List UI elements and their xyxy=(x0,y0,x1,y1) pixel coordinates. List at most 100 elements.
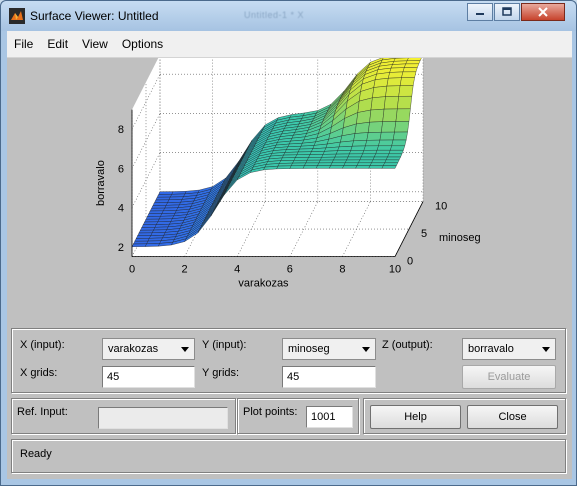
surface-patch xyxy=(369,162,385,166)
y-input-label: Y (input): xyxy=(202,339,247,351)
surface-patch xyxy=(322,150,338,155)
status-panel: Ready xyxy=(11,439,566,473)
surface-patch xyxy=(158,191,174,195)
plot-points-panel: Plot points: 1001 xyxy=(237,398,359,434)
surface-patch xyxy=(401,71,417,78)
surface-patch xyxy=(131,243,147,247)
x-tick-label: 2 xyxy=(182,264,188,276)
surface-patch xyxy=(382,108,398,122)
x-axis-label: varakozas xyxy=(238,278,289,290)
surface-patch xyxy=(302,165,318,169)
z-output-select[interactable]: borravalo xyxy=(462,338,556,360)
surface-patch xyxy=(392,131,408,141)
surface-patch xyxy=(365,139,381,147)
menu-options[interactable]: Options xyxy=(115,33,170,55)
surface-patch xyxy=(374,153,390,158)
surface-patch xyxy=(385,156,401,161)
surface-patch xyxy=(375,150,391,154)
evaluate-button[interactable]: Evaluate xyxy=(462,365,556,389)
surface-patch xyxy=(149,207,166,212)
surface-patch xyxy=(371,159,387,163)
surface-patch xyxy=(320,156,336,161)
surface-patch xyxy=(317,162,333,166)
close-icon xyxy=(538,7,548,17)
surface-patch xyxy=(402,67,418,73)
x-input-select[interactable]: varakozas xyxy=(102,338,195,360)
surface-patch xyxy=(349,150,365,155)
surface-patch xyxy=(381,121,397,133)
help-button[interactable]: Help xyxy=(370,405,461,429)
y-tick-label: 10 xyxy=(435,201,447,213)
surface-patch xyxy=(386,77,402,87)
title-bar[interactable]: Surface Viewer: Untitled Untitled-1 * X xyxy=(1,1,576,31)
surface-patch xyxy=(305,159,321,164)
chevron-down-icon xyxy=(177,340,193,358)
surface-patch xyxy=(290,162,307,166)
surface-patch xyxy=(140,227,156,231)
surface-patch xyxy=(355,165,371,169)
y-input-select[interactable]: minoseg xyxy=(282,338,376,360)
surface-patch xyxy=(334,153,350,158)
surface-patch xyxy=(283,151,299,156)
surface-patch xyxy=(318,159,334,164)
y-tick-label: 5 xyxy=(421,228,427,240)
surface-patch xyxy=(379,131,395,141)
surface-patch xyxy=(308,154,324,158)
y-grids-input[interactable]: 45 xyxy=(282,366,376,388)
surface-patch xyxy=(141,224,157,228)
x-tick-label: 0 xyxy=(129,264,135,276)
surface-patch xyxy=(142,221,159,225)
surface-patch xyxy=(368,165,384,169)
x-tick-label: 4 xyxy=(234,264,240,276)
chevron-down-icon xyxy=(538,340,554,358)
surface-patch xyxy=(279,160,295,164)
menu-file[interactable]: File xyxy=(7,33,40,55)
maximize-button[interactable] xyxy=(494,3,520,21)
surface-patch xyxy=(363,145,379,151)
surface-patch xyxy=(342,165,358,169)
x-grids-label: X grids: xyxy=(20,367,58,379)
surface-patch xyxy=(391,139,407,146)
surface-patch xyxy=(148,210,164,214)
z-output-label: Z (output): xyxy=(382,339,433,351)
surface-patch xyxy=(292,160,308,164)
surface-patch xyxy=(358,159,374,163)
surface-patch xyxy=(156,194,173,198)
close-button[interactable]: Close xyxy=(467,405,558,429)
surface-patch xyxy=(304,162,320,166)
surface-patch xyxy=(399,77,415,86)
surface-patch xyxy=(378,139,394,146)
x-tick-label: 10 xyxy=(389,264,401,276)
surface-patch xyxy=(354,121,370,134)
surface-patch xyxy=(387,153,403,158)
surface-patch xyxy=(390,145,406,151)
ref-input-label: Ref. Input: xyxy=(17,406,68,418)
surface-patch xyxy=(381,165,397,169)
x-grids-input[interactable]: 45 xyxy=(102,366,195,388)
surface-patch xyxy=(144,218,160,223)
surface-patch xyxy=(134,238,150,242)
minimize-button[interactable] xyxy=(467,3,493,21)
close-window-button[interactable] xyxy=(521,3,565,21)
input-selection-panel: X (input): varakozas Y (input): minoseg … xyxy=(11,328,566,393)
chevron-down-icon xyxy=(358,340,374,358)
z-output-value: borravalo xyxy=(468,343,514,355)
menu-edit[interactable]: Edit xyxy=(40,33,75,55)
surface-patch xyxy=(388,150,404,154)
surface-patch xyxy=(388,71,404,79)
surface-plot[interactable]: 0 2 4 6 8 1005102468varakozasminosegborravalo xyxy=(7,58,572,324)
plot-points-input[interactable]: 1001 xyxy=(306,406,353,428)
surface-patch xyxy=(370,96,386,111)
minimize-icon xyxy=(476,13,484,15)
surface-patch xyxy=(404,63,420,68)
surface-patch xyxy=(293,157,309,161)
y-input-value: minoseg xyxy=(288,343,330,355)
x-input-label: X (input): xyxy=(20,339,65,351)
surface-patch xyxy=(366,132,382,141)
surface-patch xyxy=(295,154,311,158)
ref-input-field[interactable] xyxy=(98,407,228,429)
surface-patch xyxy=(321,153,337,158)
surface-patch xyxy=(359,156,375,161)
menu-view[interactable]: View xyxy=(75,33,115,55)
surface-patch xyxy=(135,235,152,239)
